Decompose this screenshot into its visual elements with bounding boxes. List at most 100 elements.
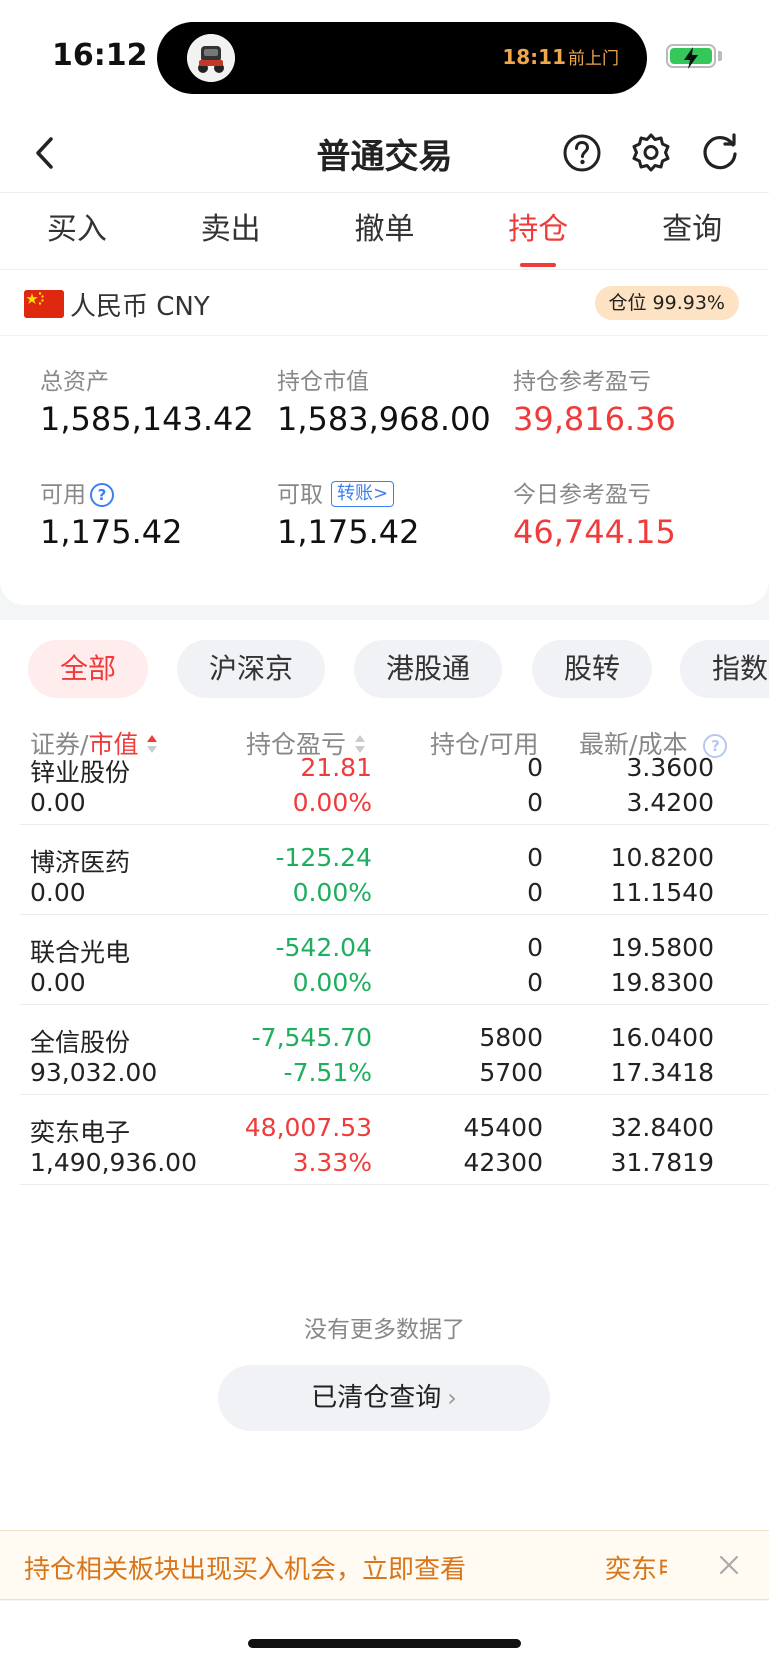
tab-cancel-order[interactable]: 撤单 — [308, 193, 462, 269]
battery-icon — [666, 44, 716, 69]
available-value: 1,175.42 — [40, 513, 183, 551]
cleared-query-label: 已清仓查询 — [311, 1383, 442, 1413]
market-value: 93,032.00 — [30, 1058, 158, 1087]
currency-row: 人民币 CNY 仓位 99.93% — [0, 270, 769, 336]
home-indicator[interactable] — [248, 1639, 521, 1648]
security-name: 奕东电子 — [30, 1118, 131, 1147]
security-name: 联合光电 — [30, 938, 131, 967]
position-ratio-badge: 仓位 99.93% — [594, 286, 739, 320]
question-circle-icon — [563, 134, 601, 172]
holding-pnl-percent: -7.51% — [283, 1058, 372, 1087]
cleared-positions-query-button[interactable]: 已清仓查询 › — [218, 1365, 550, 1431]
back-button[interactable] — [22, 131, 66, 175]
last-price: 19.5800 — [610, 933, 714, 962]
cost-price: 11.1540 — [610, 878, 714, 907]
tab-sell[interactable]: 卖出 — [154, 193, 308, 269]
opportunity-banner[interactable]: 持仓相关板块出现买入机会，立即查看 奕东电子 — [0, 1530, 769, 1600]
available-label: 可用 — [40, 482, 86, 508]
home-area — [0, 1601, 769, 1665]
table-row[interactable]: 锌业股份 0.00 21.81 0.00% 0 0 3.3600 3.4200 — [20, 735, 769, 825]
nav-bar: 普通交易 — [0, 115, 769, 193]
tab-query[interactable]: 查询 — [615, 193, 769, 269]
last-price: 3.3600 — [626, 753, 714, 782]
settings-button[interactable] — [627, 129, 675, 177]
china-flag-icon — [24, 290, 64, 318]
holding-pnl-percent: 0.00% — [292, 968, 372, 997]
table-row[interactable]: 奕东电子 1,490,936.00 48,007.53 3.33% 45400 42300… — [20, 1095, 769, 1185]
available-label-group: 可用? — [40, 475, 114, 509]
close-icon — [719, 1555, 739, 1575]
available-quantity: 0 — [527, 878, 543, 907]
available-help-icon[interactable]: ? — [90, 483, 114, 507]
status-time: 16:12 — [52, 38, 148, 73]
last-price: 32.8400 — [610, 1113, 714, 1142]
holding-pnl-percent: 0.00% — [292, 878, 372, 907]
market-value: 0.00 — [30, 788, 86, 817]
holding-pnl-percent: 0.00% — [292, 788, 372, 817]
dynamic-island[interactable]: 18:11 前上门 — [157, 22, 647, 94]
battery-nub — [718, 51, 722, 61]
currency-label: 人民币 CNY — [70, 292, 210, 322]
holding-quantity: 5800 — [479, 1023, 543, 1052]
cost-price: 31.7819 — [610, 1148, 714, 1177]
gear-icon — [632, 133, 670, 172]
refresh-icon — [703, 133, 737, 170]
trade-tabs: 买入 卖出 撤单 持仓 查询 — [0, 193, 769, 270]
chevron-right-icon: › — [447, 1384, 457, 1412]
market-value: 1,490,936.00 — [30, 1148, 197, 1177]
market-filter-chips: 全部 沪深京 港股通 股转 指数 — [0, 640, 769, 700]
refresh-button[interactable] — [696, 129, 744, 177]
cost-price: 3.4200 — [626, 788, 714, 817]
total-assets-label: 总资产 — [40, 369, 109, 395]
filter-neeq[interactable]: 股转 — [532, 640, 652, 698]
filter-hk-connect[interactable]: 港股通 — [354, 640, 502, 698]
holding-pnl-percent: 3.33% — [292, 1148, 372, 1177]
help-button[interactable] — [558, 129, 606, 177]
today-pnl-value: 46,744.15 — [513, 513, 676, 551]
security-name: 博济医药 — [30, 848, 131, 877]
holding-pnl: 48,007.53 — [244, 1113, 372, 1142]
holding-quantity: 0 — [527, 843, 543, 872]
security-name: 全信股份 — [30, 1028, 131, 1057]
security-name: 锌业股份 — [30, 758, 131, 787]
holding-pnl: -125.24 — [275, 843, 373, 872]
asset-summary-card: 人民币 CNY 仓位 99.93% 总资产 1,585,143.42 持仓市值 … — [0, 270, 769, 605]
market-value: 0.00 — [30, 878, 86, 907]
table-row[interactable]: 联合光电 0.00 -542.04 0.00% 0 0 19.5800 19.8300 — [20, 915, 769, 1005]
market-value-value: 1,583,968.00 — [277, 400, 491, 438]
live-activity-text: 18:11 前上门 — [502, 44, 619, 69]
transfer-button[interactable]: 转账> — [331, 481, 395, 507]
holding-pnl-label: 持仓参考盈亏 — [513, 369, 651, 395]
filter-index[interactable]: 指数 — [680, 640, 769, 698]
withdrawable-value: 1,175.42 — [277, 513, 420, 551]
holding-pnl: -542.04 — [275, 933, 373, 962]
available-quantity: 42300 — [463, 1148, 543, 1177]
banner-ticker: 奕东电子 — [605, 1555, 667, 1585]
table-row[interactable]: 博济医药 0.00 -125.24 0.00% 0 0 10.8200 11.1540 — [20, 825, 769, 915]
available-quantity: 5700 — [479, 1058, 543, 1087]
tab-positions[interactable]: 持仓 — [461, 193, 615, 269]
charging-bolt-icon — [684, 47, 698, 69]
available-quantity: 0 — [527, 968, 543, 997]
live-activity-time: 18:11 — [502, 45, 566, 69]
market-value: 0.00 — [30, 968, 86, 997]
today-pnl-label: 今日参考盈亏 — [513, 482, 651, 508]
chevron-left-icon — [36, 137, 53, 169]
holding-pnl: -7,545.70 — [251, 1023, 372, 1052]
live-activity-label: 前上门 — [568, 49, 619, 69]
withdrawable-label: 可取 — [277, 482, 323, 508]
holding-quantity: 45400 — [463, 1113, 543, 1142]
last-price: 10.8200 — [610, 843, 714, 872]
banner-close-button[interactable] — [709, 1545, 749, 1585]
holding-pnl: 21.81 — [300, 753, 372, 782]
live-activity-avatar-icon — [187, 34, 235, 82]
no-more-data-text: 没有更多数据了 — [304, 1317, 465, 1343]
filter-all[interactable]: 全部 — [28, 640, 148, 698]
filter-sh-sz-bj[interactable]: 沪深京 — [177, 640, 325, 698]
holding-quantity: 0 — [527, 933, 543, 962]
holding-quantity: 0 — [527, 753, 543, 782]
tab-buy[interactable]: 买入 — [0, 193, 154, 269]
holding-pnl-value: 39,816.36 — [513, 400, 676, 438]
total-assets-value: 1,585,143.42 — [40, 400, 254, 438]
table-row[interactable]: 全信股份 93,032.00 -7,545.70 -7.51% 5800 5700 16.0… — [20, 1005, 769, 1095]
